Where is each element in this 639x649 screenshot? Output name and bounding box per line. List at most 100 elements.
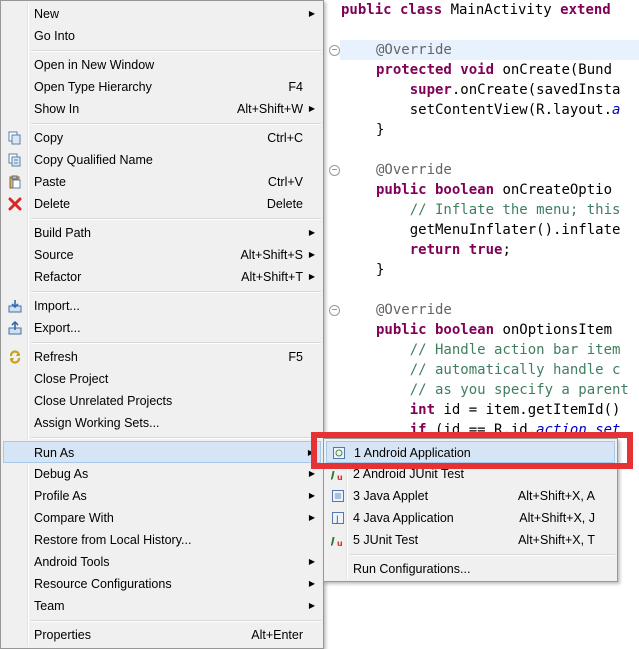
submenu-arrow-icon: ▶ xyxy=(308,601,315,610)
menu-item-paste[interactable]: Paste Ctrl+V xyxy=(3,171,321,193)
menu-item-label: Open Type Hierarchy xyxy=(34,80,152,94)
menu-item-shortcut: Alt+Enter xyxy=(251,628,303,642)
code-token: ; xyxy=(502,242,511,258)
menu-item-new[interactable]: New ▶ xyxy=(3,3,321,25)
menu-item-import[interactable]: Import... xyxy=(3,295,321,317)
menu-item-label: Android Tools xyxy=(34,555,110,569)
menu-item-label: Refresh xyxy=(34,350,78,364)
menu-item-label: Run As xyxy=(34,446,75,460)
code-token: onCreateOptio xyxy=(502,182,613,198)
menu-item-resource-configurations[interactable]: Resource Configurations ▶ xyxy=(3,573,321,595)
submenu-arrow-icon: ▶ xyxy=(308,228,315,237)
menu-item-label: Delete xyxy=(34,197,71,211)
fold-toggle-icon[interactable]: − xyxy=(329,45,340,56)
menu-item-label: Compare With xyxy=(34,511,114,525)
submenu-arrow-icon: ▶ xyxy=(308,491,315,500)
menu-item-label: Assign Working Sets... xyxy=(34,416,160,430)
menu-item-delete[interactable]: Delete Delete xyxy=(3,193,321,215)
menu-item-profile-as[interactable]: Profile As ▶ xyxy=(3,485,321,507)
java-applet-icon xyxy=(331,489,345,503)
code-line: public boolean onCreateOptio xyxy=(376,180,612,200)
code-token: } xyxy=(376,262,385,278)
menu-item-export[interactable]: Export... xyxy=(3,317,321,339)
code-token: onCreate(Bund xyxy=(502,62,613,78)
code-token: @Override xyxy=(376,42,452,58)
code-token: // automatically handle c xyxy=(376,362,621,378)
code-line: @Override xyxy=(340,40,639,60)
menu-item-go-into[interactable]: Go Into xyxy=(3,25,321,47)
java-app-icon: J xyxy=(331,511,345,525)
highlight-annotation xyxy=(311,432,633,469)
menu-item-5-junit-test[interactable]: Ju 5 JUnit Test Alt+Shift+X, T xyxy=(326,529,615,551)
menu-item-label: Close Unrelated Projects xyxy=(34,394,173,408)
menu-item-4-java-application[interactable]: J 4 Java Application Alt+Shift+X, J xyxy=(326,507,615,529)
menu-item-shortcut: Alt+Shift+T xyxy=(241,270,303,284)
menu-separator xyxy=(31,620,321,622)
code-token: .onCreate(savedInsta xyxy=(451,82,621,98)
menu-item-close-project[interactable]: Close Project xyxy=(3,368,321,390)
menu-item-open-in-new-window[interactable]: Open in New Window xyxy=(3,54,321,76)
menu-item-label: Run Configurations... xyxy=(353,562,471,576)
menu-item-shortcut: Ctrl+C xyxy=(267,131,303,145)
menu-separator xyxy=(31,437,321,439)
menu-item-shortcut: Ctrl+V xyxy=(267,175,303,189)
code-line: } xyxy=(376,120,384,140)
menu-item-refactor[interactable]: Refactor Alt+Shift+T ▶ xyxy=(3,266,321,288)
menu-item-label: Build Path xyxy=(34,226,91,240)
submenu-arrow-icon: ▶ xyxy=(308,579,315,588)
import-icon xyxy=(8,299,22,313)
code-line: // Handle action bar item xyxy=(376,340,621,360)
menu-item-label: 5 JUnit Test xyxy=(353,533,419,547)
menu-item-label: Profile As xyxy=(34,489,87,503)
menu-separator xyxy=(31,342,321,344)
submenu-arrow-icon: ▶ xyxy=(308,9,315,18)
menu-item-open-type-hierarchy[interactable]: Open Type Hierarchy F4 xyxy=(3,76,321,98)
fold-toggle-icon[interactable]: − xyxy=(329,165,340,176)
menu-item-label: Open in New Window xyxy=(34,58,155,72)
menu-separator xyxy=(31,218,321,220)
menu-item-copy-qualified-name[interactable]: Copy Qualified Name xyxy=(3,149,321,171)
menu-item-refresh[interactable]: Refresh F5 xyxy=(3,346,321,368)
fold-toggle-icon[interactable]: − xyxy=(329,305,340,316)
code-token: // as you specify a parent xyxy=(376,382,629,398)
menu-separator xyxy=(31,50,321,52)
menu-item-build-path[interactable]: Build Path ▶ xyxy=(3,222,321,244)
menu-item-compare-with[interactable]: Compare With ▶ xyxy=(3,507,321,529)
menu-item-debug-as[interactable]: Debug As ▶ xyxy=(3,463,321,485)
menu-item-restore-from-local-history[interactable]: Restore from Local History... xyxy=(3,529,321,551)
menu-item-run-as[interactable]: Run As ▶ xyxy=(3,441,321,463)
menu-item-3-java-applet[interactable]: 3 Java Applet Alt+Shift+X, A xyxy=(326,485,615,507)
menu-item-label: Refactor xyxy=(34,270,82,284)
code-line: int id = item.getItemId() xyxy=(376,400,621,420)
menu-item-label: 4 Java Application xyxy=(353,511,454,525)
menu-item-show-in[interactable]: Show In Alt+Shift+W ▶ xyxy=(3,98,321,120)
code-token: id = item.getItemId() xyxy=(443,402,621,418)
menu-item-close-unrelated-projects[interactable]: Close Unrelated Projects xyxy=(3,390,321,412)
menu-item-label: Resource Configurations xyxy=(34,577,172,591)
menu-item-label: Paste xyxy=(34,175,66,189)
menu-item-label: Export... xyxy=(34,321,81,335)
code-token: int xyxy=(376,402,444,418)
menu-item-properties[interactable]: Properties Alt+Enter xyxy=(3,624,321,646)
submenu-arrow-icon: ▶ xyxy=(308,250,315,259)
menu-item-shortcut: Alt+Shift+X, J xyxy=(519,511,595,525)
menu-item-android-tools[interactable]: Android Tools ▶ xyxy=(3,551,321,573)
svg-text:u: u xyxy=(337,539,343,547)
menu-item-shortcut: Alt+Shift+X, T xyxy=(518,533,595,547)
code-token: } xyxy=(376,122,385,138)
submenu-arrow-icon: ▶ xyxy=(308,272,315,281)
menu-item-team[interactable]: Team ▶ xyxy=(3,595,321,617)
svg-text:J: J xyxy=(335,515,339,525)
refresh-icon xyxy=(8,350,22,364)
menu-item-label: Restore from Local History... xyxy=(34,533,192,547)
menu-item-label: Import... xyxy=(34,299,80,313)
code-token: public boolean xyxy=(376,322,503,338)
menu-item-assign-working-sets[interactable]: Assign Working Sets... xyxy=(3,412,321,434)
menu-item-copy[interactable]: Copy Ctrl+C xyxy=(3,127,321,149)
code-line: // as you specify a parent xyxy=(376,380,629,400)
code-token: protected void xyxy=(376,62,503,78)
code-line: public class MainActivity extend xyxy=(341,0,611,20)
menu-item-run-configurations[interactable]: Run Configurations... xyxy=(326,558,615,580)
menu-item-source[interactable]: Source Alt+Shift+S ▶ xyxy=(3,244,321,266)
menu-item-label: Show In xyxy=(34,102,80,116)
